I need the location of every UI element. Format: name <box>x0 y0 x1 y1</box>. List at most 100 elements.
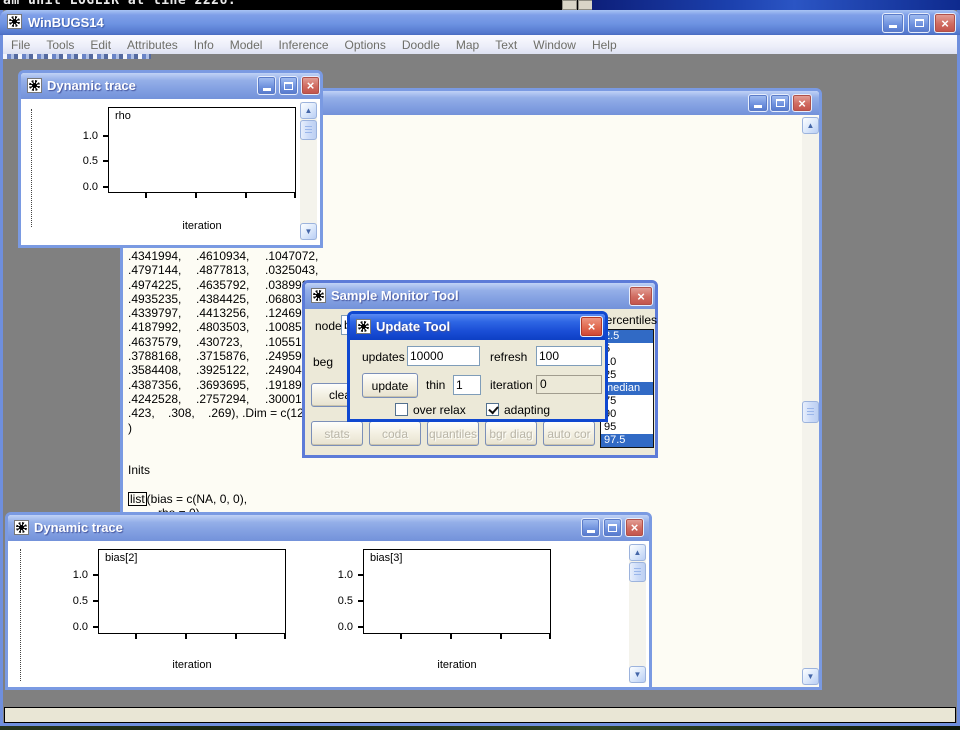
menu-item[interactable]: Map <box>448 38 487 52</box>
value-cell: .2757294, <box>196 392 265 406</box>
percentile-item[interactable]: median <box>601 382 653 395</box>
x-axis-label: iteration <box>363 659 551 671</box>
bias2-plot-area: bias[2] <box>98 549 286 634</box>
close-button[interactable]: × <box>629 286 653 306</box>
scroll-up-button[interactable]: ▲ <box>802 117 819 134</box>
y-tick-label: 1.0 <box>72 130 98 142</box>
update-button[interactable]: update <box>362 373 418 398</box>
close-button[interactable]: × <box>580 316 603 337</box>
document-row: .4797144, .4877813, .0325043, <box>128 263 788 277</box>
close-button[interactable]: × <box>934 13 956 33</box>
y-tick-mark <box>103 135 108 137</box>
menu-item[interactable]: Text <box>487 38 525 52</box>
maximize-button[interactable] <box>603 518 622 537</box>
close-button[interactable]: × <box>301 76 320 95</box>
percentile-item[interactable]: 97.5 <box>601 434 653 447</box>
scroll-down-button[interactable]: ▼ <box>300 223 317 240</box>
iteration-value: 0 <box>536 375 602 394</box>
scroll-thumb[interactable] <box>629 562 646 582</box>
menu-item[interactable]: Model <box>222 38 271 52</box>
monitor-action-button[interactable]: bgr diag <box>485 421 537 446</box>
menu-item[interactable]: Tools <box>38 38 82 52</box>
scroll-up-button[interactable]: ▲ <box>629 544 646 561</box>
adapting-checkbox[interactable] <box>486 403 499 416</box>
minimize-button[interactable] <box>748 94 768 112</box>
winbugs-app-icon <box>7 14 22 29</box>
percentiles-listbox[interactable]: 2.551025median75909597.5 <box>600 329 654 448</box>
winbugs-doc-icon <box>14 520 29 535</box>
sample-monitor-titlebar[interactable]: Sample Monitor Tool × <box>305 283 655 309</box>
minimize-button[interactable] <box>257 76 276 95</box>
updates-label: updates <box>362 350 405 364</box>
updates-input[interactable] <box>407 346 480 366</box>
menu-item[interactable]: Doodle <box>394 38 448 52</box>
trace-content: bias[2] 1.0 0.5 0.0 iteration bias[3] 1.… <box>8 541 649 687</box>
menu-item[interactable]: Info <box>186 38 222 52</box>
percentile-item[interactable]: 95 <box>601 421 653 434</box>
maximize-icon <box>776 99 785 107</box>
y-tick-mark <box>358 574 363 576</box>
document-scrollbar[interactable]: ▲ ▼ <box>802 117 819 685</box>
dynamic-trace-window-bottom: Dynamic trace × bias[2] 1.0 0.5 0.0 iter… <box>5 512 652 690</box>
trace-titlebar[interactable]: Dynamic trace × <box>8 515 649 541</box>
update-tool-content: updates refresh update thin iteration 0 … <box>350 340 605 419</box>
percentile-item[interactable]: 90 <box>601 408 653 421</box>
scroll-thumb[interactable] <box>300 120 317 140</box>
y-tick-label: 0.5 <box>72 155 98 167</box>
maximize-button[interactable] <box>908 13 930 33</box>
console-window-button[interactable] <box>562 0 577 10</box>
list-keyword-selected[interactable]: list <box>128 492 147 506</box>
menu-item[interactable]: Edit <box>82 38 119 52</box>
close-button[interactable]: × <box>625 518 644 537</box>
maximize-button[interactable] <box>770 94 790 112</box>
minimize-icon <box>754 105 762 108</box>
scroll-up-button[interactable]: ▲ <box>300 102 317 119</box>
update-tool-titlebar[interactable]: Update Tool × <box>350 314 605 340</box>
percentile-item[interactable]: 10 <box>601 356 653 369</box>
menu-item[interactable]: Attributes <box>119 38 186 52</box>
trace-scrollbar[interactable]: ▲ ▼ <box>629 544 646 683</box>
scroll-down-button[interactable]: ▼ <box>802 668 819 685</box>
trace-scrollbar[interactable]: ▲ ▼ <box>300 102 317 240</box>
value-cell: .4610934, <box>196 249 265 263</box>
over-relax-checkbox[interactable] <box>395 403 408 416</box>
percentile-item[interactable]: 75 <box>601 395 653 408</box>
menu-item[interactable]: Inference <box>270 38 336 52</box>
menu-item[interactable]: Options <box>337 38 394 52</box>
trace-content: rho 1.0 0.5 0.0 iteration ▲ ▼ <box>21 99 320 245</box>
y-tick-mark <box>93 626 98 628</box>
scroll-thumb[interactable] <box>802 401 819 423</box>
status-bar <box>4 707 956 723</box>
maximize-button[interactable] <box>279 76 298 95</box>
trace-titlebar[interactable]: Dynamic trace × <box>21 73 320 99</box>
console-window-button[interactable] <box>578 0 593 10</box>
monitor-action-button[interactable]: coda <box>369 421 421 446</box>
value-cell: .4242528, <box>128 392 196 406</box>
winbugs-doc-icon <box>27 78 42 93</box>
y-tick-mark <box>358 626 363 628</box>
minimize-icon <box>263 88 271 91</box>
maximize-icon <box>915 19 924 27</box>
x-tick-mark <box>284 634 286 639</box>
monitor-action-button[interactable]: quantiles <box>427 421 479 446</box>
menu-item[interactable]: Help <box>584 38 625 52</box>
minimize-button[interactable] <box>581 518 600 537</box>
close-button[interactable]: × <box>792 94 812 112</box>
percentile-item[interactable]: 2.5 <box>601 330 653 343</box>
percentile-item[interactable]: 5 <box>601 343 653 356</box>
thin-input[interactable] <box>453 375 481 395</box>
monitor-action-button[interactable]: auto cor <box>543 421 595 446</box>
percentile-item[interactable]: 25 <box>601 369 653 382</box>
monitor-action-button[interactable]: stats <box>311 421 363 446</box>
refresh-input[interactable] <box>536 346 602 366</box>
close-icon: × <box>307 79 315 92</box>
value-cell: .3925122, <box>196 363 265 377</box>
value-cell: .430723, <box>196 335 265 349</box>
winbugs-dialog-icon <box>356 319 371 334</box>
scroll-down-button[interactable]: ▼ <box>629 666 646 683</box>
main-titlebar[interactable]: WinBUGS14 × <box>0 10 960 35</box>
value-cell: .4387356, <box>128 378 196 392</box>
menu-item[interactable]: File <box>3 38 38 52</box>
menu-item[interactable]: Window <box>525 38 584 52</box>
minimize-button[interactable] <box>882 13 904 33</box>
